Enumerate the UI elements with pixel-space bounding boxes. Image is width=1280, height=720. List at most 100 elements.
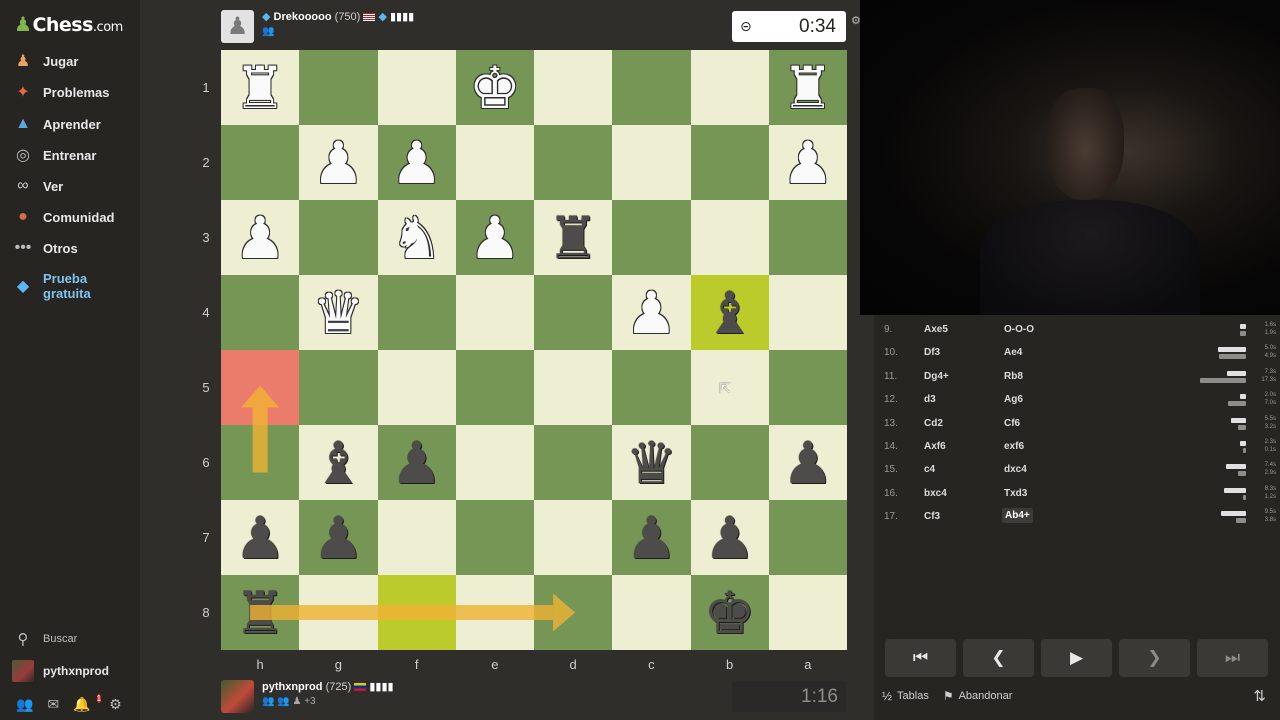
- white-move[interactable]: d3: [924, 394, 936, 405]
- square-b7[interactable]: ♟: [690, 500, 769, 575]
- square-g6[interactable]: ♝: [299, 425, 378, 500]
- white-queen[interactable]: ♛: [312, 284, 364, 342]
- square-d2[interactable]: [534, 125, 613, 200]
- sidebar-item-more[interactable]: ••• Otros: [12, 234, 138, 262]
- square-e3[interactable]: ♟: [455, 200, 534, 275]
- square-h8[interactable]: ♜: [221, 575, 300, 650]
- white-king[interactable]: ♚: [469, 59, 521, 117]
- square-f2[interactable]: ♟: [377, 125, 456, 200]
- black-bishop[interactable]: ♝: [704, 284, 756, 342]
- friends-icon[interactable]: 👥: [16, 696, 33, 713]
- sidebar-item-free-trial[interactable]: ◆ Prueba gratuita: [12, 271, 138, 301]
- sidebar-item-train[interactable]: ◎ Entrenar: [12, 141, 138, 169]
- square-h1[interactable]: ♜: [221, 50, 300, 125]
- play-button[interactable]: ▶: [1041, 639, 1112, 677]
- last-move-button[interactable]: ⏭: [1197, 639, 1268, 677]
- square-f7[interactable]: [377, 500, 456, 575]
- square-a2[interactable]: ♟: [768, 125, 847, 200]
- player-name[interactable]: pythxnprod: [262, 681, 323, 693]
- black-bishop[interactable]: ♝: [312, 434, 364, 492]
- square-d7[interactable]: [534, 500, 613, 575]
- square-a5[interactable]: [768, 350, 847, 425]
- opponent-avatar[interactable]: ♟: [221, 10, 254, 43]
- white-move[interactable]: Axe5: [924, 324, 948, 335]
- square-b2[interactable]: [690, 125, 769, 200]
- square-c7[interactable]: ♟: [612, 500, 691, 575]
- square-f4[interactable]: [377, 275, 456, 350]
- black-pawn[interactable]: ♟: [625, 509, 677, 567]
- white-move[interactable]: Cd2: [924, 418, 943, 429]
- square-b4[interactable]: ♝: [690, 275, 769, 350]
- chess-board[interactable]: ♜ ♚ ♜ ♟ ♟ ♟ ♟ ♞ ♟ ♜ ♛ ♟ ♝ ♝ ♟ ♛ ♟ ♟ ♟ ♟ ♟ ♜ ♚: [221, 50, 847, 650]
- square-h4[interactable]: [221, 275, 300, 350]
- square-f8[interactable]: [377, 575, 456, 650]
- chess-logo[interactable]: ♟Chess.com: [14, 12, 123, 36]
- square-b6[interactable]: [690, 425, 769, 500]
- square-a1[interactable]: ♜: [768, 50, 847, 125]
- black-move[interactable]: exf6: [1004, 441, 1024, 452]
- white-pawn[interactable]: ♟: [391, 134, 443, 192]
- user-profile[interactable]: pythxnprod: [12, 660, 109, 682]
- black-king[interactable]: ♚: [704, 584, 756, 642]
- square-c1[interactable]: [612, 50, 691, 125]
- white-pawn[interactable]: ♟: [234, 209, 286, 267]
- square-e7[interactable]: [455, 500, 534, 575]
- black-pawn[interactable]: ♟: [391, 434, 443, 492]
- white-pawn[interactable]: ♟: [312, 134, 364, 192]
- square-e8[interactable]: [455, 575, 534, 650]
- square-f6[interactable]: ♟: [377, 425, 456, 500]
- square-c6[interactable]: ♛: [612, 425, 691, 500]
- black-rook[interactable]: ♜: [234, 584, 286, 642]
- gear-icon[interactable]: ⚙: [109, 696, 122, 713]
- square-c5[interactable]: [612, 350, 691, 425]
- square-a4[interactable]: [768, 275, 847, 350]
- square-f3[interactable]: ♞: [377, 200, 456, 275]
- square-g7[interactable]: ♟: [299, 500, 378, 575]
- square-b8[interactable]: ♚: [690, 575, 769, 650]
- square-h5[interactable]: [221, 350, 300, 425]
- square-g5[interactable]: [299, 350, 378, 425]
- square-h6[interactable]: [221, 425, 300, 500]
- white-rook[interactable]: ♜: [234, 59, 286, 117]
- square-h2[interactable]: [221, 125, 300, 200]
- square-e1[interactable]: ♚: [455, 50, 534, 125]
- square-g4[interactable]: ♛: [299, 275, 378, 350]
- black-pawn[interactable]: ♟: [312, 509, 364, 567]
- square-g8[interactable]: [299, 575, 378, 650]
- black-move[interactable]: Ab4+: [1002, 508, 1033, 524]
- square-e6[interactable]: [455, 425, 534, 500]
- opponent-name[interactable]: Drekooooo: [274, 11, 332, 23]
- square-c2[interactable]: [612, 125, 691, 200]
- black-move[interactable]: O-O-O: [1004, 324, 1034, 335]
- square-d1[interactable]: [534, 50, 613, 125]
- draw-button[interactable]: ½ Tablas: [882, 689, 929, 703]
- square-e4[interactable]: [455, 275, 534, 350]
- resign-button[interactable]: ⚑ Abandonar: [943, 689, 1013, 703]
- square-g3[interactable]: [299, 200, 378, 275]
- white-move[interactable]: Axf6: [924, 441, 946, 452]
- white-move[interactable]: c4: [924, 464, 935, 475]
- square-e2[interactable]: [455, 125, 534, 200]
- square-h3[interactable]: ♟: [221, 200, 300, 275]
- white-pawn[interactable]: ♟: [469, 209, 521, 267]
- square-c3[interactable]: [612, 200, 691, 275]
- square-h7[interactable]: ♟: [221, 500, 300, 575]
- player-avatar[interactable]: [221, 680, 254, 713]
- square-g1[interactable]: [299, 50, 378, 125]
- black-pawn[interactable]: ♟: [704, 509, 756, 567]
- square-f5[interactable]: [377, 350, 456, 425]
- first-move-button[interactable]: ⏮: [885, 639, 956, 677]
- previous-move-button[interactable]: ❮: [963, 639, 1034, 677]
- square-a3[interactable]: [768, 200, 847, 275]
- black-queen[interactable]: ♛: [625, 434, 677, 492]
- square-a7[interactable]: [768, 500, 847, 575]
- white-move[interactable]: Dg4+: [924, 371, 949, 382]
- black-move[interactable]: dxc4: [1004, 464, 1027, 475]
- black-move[interactable]: Rb8: [1004, 371, 1023, 382]
- square-a8[interactable]: [768, 575, 847, 650]
- next-move-button[interactable]: ❯: [1119, 639, 1190, 677]
- square-d8[interactable]: [534, 575, 613, 650]
- sidebar-item-community[interactable]: ● Comunidad: [12, 203, 138, 231]
- search-button[interactable]: ⚲ Buscar: [12, 630, 78, 648]
- square-d6[interactable]: [534, 425, 613, 500]
